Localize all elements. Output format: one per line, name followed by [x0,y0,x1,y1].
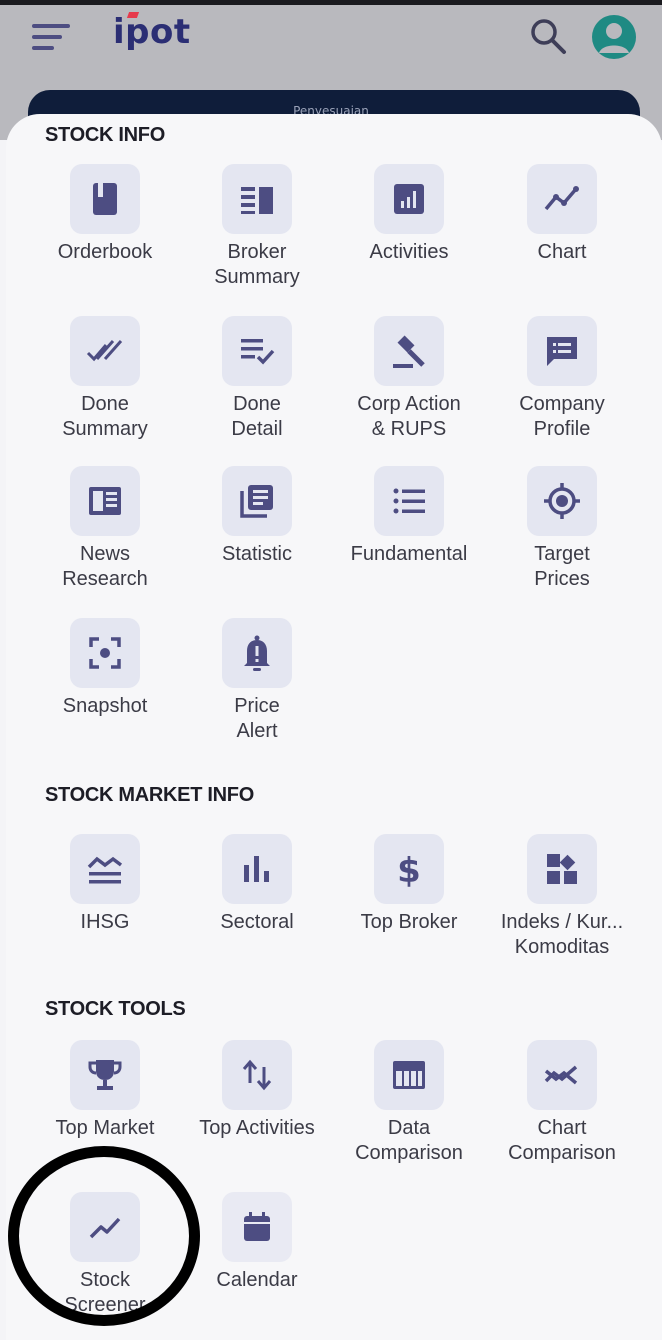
library-books-icon [222,466,292,536]
menu-item-label: Calendar [216,1269,298,1291]
menu-item-chart[interactable]: Chart [486,164,638,265]
menu-item-label: Top Activities [199,1117,315,1139]
menu-item-label: Target Prices [534,543,590,590]
book-icon [70,164,140,234]
calendar-icon [222,1192,292,1262]
menu-item-snapshot[interactable]: Snapshot [29,618,181,719]
highlight-circle [8,1146,200,1326]
broker-summary-icon [222,164,292,234]
newspaper-icon [70,466,140,536]
menu-item-sectoral[interactable]: Sectoral [181,834,333,935]
menu-item-label: Price Alert [234,695,280,742]
menu-item-statistic[interactable]: Statistic [181,466,333,567]
bullet-list-icon [374,466,444,536]
trophy-icon [70,1040,140,1110]
index-wave-icon [70,834,140,904]
menu-item-label: Sectoral [220,911,294,933]
menu-item-fundamental[interactable]: Fundamental [333,466,485,567]
menu-item-top-market[interactable]: Top Market [29,1040,181,1141]
dollar-icon: $ [374,834,444,904]
menu-item-company-profile[interactable]: Company Profile [486,316,638,442]
menu-item-label: News Research [62,543,148,590]
menu-item-label: Top Broker [360,911,458,933]
menu-item-label: Company Profile [519,393,605,440]
menu-item-label: Chart [537,241,587,263]
account-circle-icon[interactable] [592,15,636,59]
app-logo: ipot [113,12,191,52]
menu-item-label: Indeks / Kur... Komoditas [500,911,624,958]
menu-item-label: Top Market [55,1117,155,1139]
menu-item-label: Done Detail [231,393,283,440]
menu-item-label: Data Comparison [355,1117,463,1164]
menu-item-label: Fundamental [350,543,468,565]
section-title-stock-tools: STOCK TOOLS [45,998,186,1020]
double-check-icon [70,316,140,386]
menu-item-done-summary[interactable]: Done Summary [29,316,181,442]
menu-item-top-activities[interactable]: Top Activities [181,1040,333,1141]
menu-item-calendar[interactable]: Calendar [181,1192,333,1293]
menu-item-label: Broker Summary [214,241,300,288]
menu-item-top-broker[interactable]: $ Top Broker [333,834,485,935]
list-check-icon [222,316,292,386]
menu-item-label: Orderbook [57,241,153,263]
search-icon[interactable] [528,16,568,56]
menu-item-corp-action[interactable]: Corp Action & RUPS [333,316,485,442]
menu-item-label: Statistic [221,543,293,565]
menu-item-broker-summary[interactable]: Broker Summary [181,164,333,290]
camera-frame-icon [70,618,140,688]
line-chart-icon [527,164,597,234]
profile-card-icon [527,316,597,386]
gavel-icon [374,316,444,386]
menu-item-label: Corp Action & RUPS [357,393,461,440]
status-strip [0,0,662,5]
bar-chart-icon [374,164,444,234]
menu-item-indeks-kurs-komoditas[interactable]: Indeks / Kur... Komoditas [486,834,638,960]
menu-item-label: IHSG [80,911,130,933]
menu-item-news-research[interactable]: News Research [29,466,181,592]
menu-item-target-prices[interactable]: Target Prices [486,466,638,592]
sector-bars-icon [222,834,292,904]
menu-item-ihsg[interactable]: IHSG [29,834,181,935]
menu-item-chart-comparison[interactable]: Chart Comparison [486,1040,638,1166]
hamburger-menu-icon[interactable] [32,22,72,52]
menu-item-label: Activities [369,241,449,263]
section-title-stock-market-info: STOCK MARKET INFO [45,784,254,806]
menu-item-label: Chart Comparison [508,1117,616,1164]
menu-item-done-detail[interactable]: Done Detail [181,316,333,442]
section-title-stock-info: STOCK INFO [45,124,165,146]
menu-item-activities[interactable]: Activities [333,164,485,265]
grid-diamond-icon [527,834,597,904]
menu-item-price-alert[interactable]: Price Alert [181,618,333,744]
menu-item-label: Done Summary [62,393,148,440]
table-icon [374,1040,444,1110]
menu-item-label: Snapshot [62,695,148,717]
menu-item-data-comparison[interactable]: Data Comparison [333,1040,485,1166]
bell-alert-icon [222,618,292,688]
cross-lines-icon [527,1040,597,1110]
up-down-arrows-icon [222,1040,292,1110]
svg-text:$: $ [397,851,421,889]
menu-item-orderbook[interactable]: Orderbook [29,164,181,265]
target-icon [527,466,597,536]
